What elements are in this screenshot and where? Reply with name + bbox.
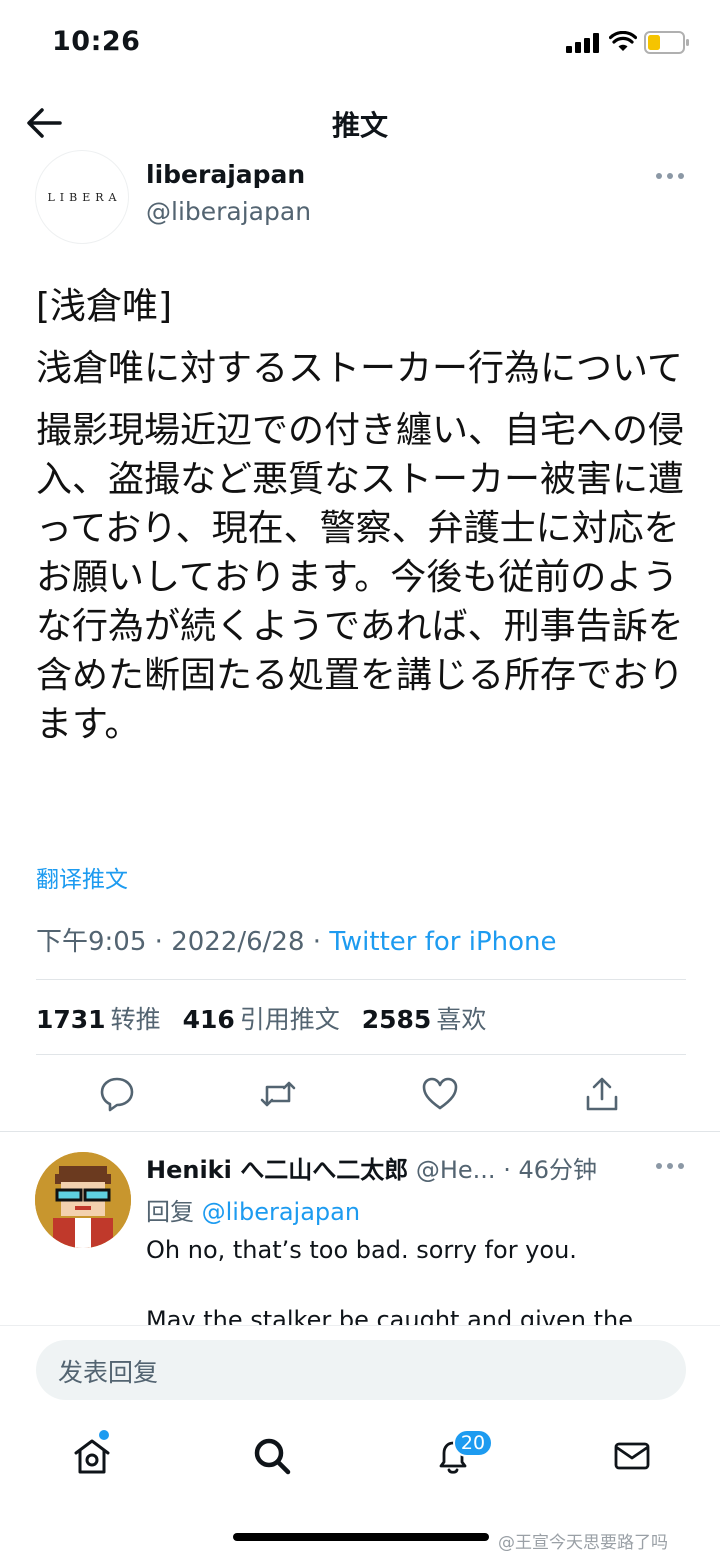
meta-separator: · bbox=[154, 927, 163, 957]
author-handle[interactable]: @liberajapan bbox=[146, 197, 311, 226]
tweet-line-tag: [浅倉唯] bbox=[36, 286, 173, 327]
avatar-logo-text: LIBERA bbox=[47, 190, 122, 204]
reply-more-options-icon[interactable] bbox=[655, 1160, 685, 1172]
cellular-signal-icon bbox=[566, 33, 599, 53]
reply-to-handle[interactable]: @liberajapan bbox=[202, 1198, 360, 1226]
reply-to-prefix: 回复 bbox=[146, 1198, 194, 1226]
reply-compose-input[interactable]: 发表回复 bbox=[36, 1340, 686, 1400]
divider bbox=[36, 1054, 686, 1055]
translate-tweet-link[interactable]: 翻译推文 bbox=[36, 860, 128, 894]
tweet-source-link[interactable]: Twitter for iPhone bbox=[329, 927, 556, 957]
reply-icon[interactable] bbox=[98, 1075, 136, 1113]
reply-author-handle[interactable]: @He... bbox=[416, 1156, 496, 1184]
meta-separator: · bbox=[312, 927, 322, 957]
author-avatar[interactable]: LIBERA bbox=[35, 150, 129, 244]
tweet-metadata: 下午9:05 · 2022/6/28 · Twitter for iPhone bbox=[36, 921, 557, 958]
tweet-line-title: 浅倉唯に対するストーカー行為について bbox=[36, 348, 683, 389]
divider bbox=[36, 979, 686, 980]
tweet-stats: 1731 转推 416 引用推文 2585 喜欢 bbox=[36, 1000, 500, 1036]
reply-header: Heniki へ二山へ二太郎 @He... · 46分钟 bbox=[146, 1150, 597, 1185]
retweet-icon[interactable] bbox=[259, 1075, 297, 1113]
tweet-text: [浅倉唯] 浅倉唯に対するストーカー行為について 撮影現場近辺での付き纏い、自宅… bbox=[36, 282, 696, 762]
notification-badge: 20 bbox=[453, 1429, 493, 1457]
reply-text: Oh no, that’s too bad. sorry for you. bbox=[146, 1236, 577, 1264]
wifi-icon bbox=[609, 31, 637, 51]
quotes-count[interactable]: 416 bbox=[183, 1005, 235, 1034]
pixel-avatar-icon bbox=[35, 1152, 131, 1248]
home-new-dot bbox=[99, 1430, 109, 1440]
home-icon[interactable] bbox=[72, 1436, 112, 1476]
author-name[interactable]: liberajapan bbox=[146, 160, 305, 189]
reply-text-cutoff: May the stalker be caught and given the bbox=[146, 1306, 633, 1326]
more-options-icon[interactable] bbox=[655, 170, 685, 182]
reply-author-name[interactable]: Heniki へ二山へ二太郎 bbox=[146, 1156, 408, 1184]
divider bbox=[0, 1131, 720, 1132]
quotes-label[interactable]: 引用推文 bbox=[240, 1005, 340, 1034]
like-icon[interactable] bbox=[421, 1075, 459, 1113]
watermark: @王宣今天思要路了吗 bbox=[498, 1533, 668, 1553]
search-icon[interactable] bbox=[252, 1436, 292, 1476]
page-title: 推文 bbox=[331, 109, 388, 142]
share-icon[interactable] bbox=[583, 1075, 621, 1113]
likes-count[interactable]: 2585 bbox=[362, 1005, 432, 1034]
reply-author-avatar[interactable] bbox=[35, 1152, 131, 1248]
likes-label[interactable]: 喜欢 bbox=[436, 1005, 486, 1034]
status-time: 10:26 bbox=[52, 26, 141, 57]
battery-icon bbox=[644, 31, 689, 54]
retweets-label[interactable]: 转推 bbox=[111, 1005, 161, 1034]
reply-to-line: 回复 @liberajapan bbox=[146, 1192, 360, 1227]
retweets-count[interactable]: 1731 bbox=[36, 1005, 106, 1034]
tweet-date: 2022/6/28 bbox=[171, 927, 305, 957]
home-indicator bbox=[233, 1533, 489, 1541]
tweet-time: 下午9:05 bbox=[36, 927, 147, 957]
messages-icon[interactable] bbox=[612, 1436, 652, 1476]
reply-time: · 46分钟 bbox=[503, 1156, 597, 1184]
tweet-line-body: 撮影現場近辺での付き纏い、自宅への侵入、盗撮など悪質なストーカー被害に遭っており… bbox=[36, 410, 685, 745]
